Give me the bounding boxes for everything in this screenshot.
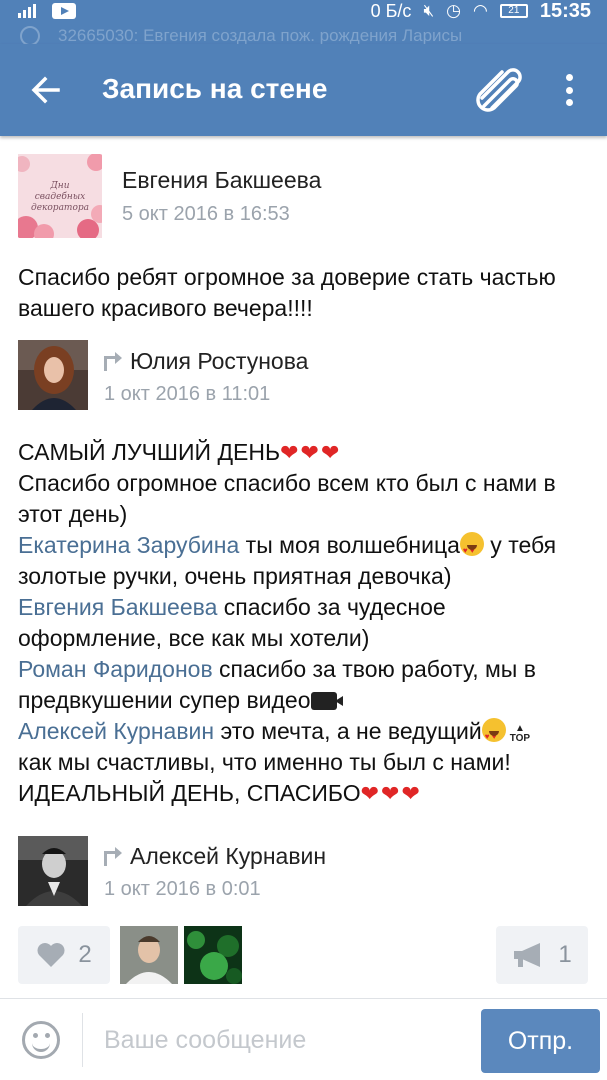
notification-strip: 32665030: Евгения создала пож. рождения … <box>0 22 607 44</box>
heart-eyes-cat-emoji <box>459 532 484 566</box>
paperclip-icon[interactable] <box>472 68 524 112</box>
repost-icon <box>104 352 122 371</box>
mute-icon: 🔇︎ <box>423 1 435 20</box>
text-line: Алексей Курнавин это мечта, а не ведущий… <box>18 716 556 752</box>
avatar[interactable] <box>18 836 88 906</box>
youtube-icon <box>52 3 76 19</box>
liker-avatar[interactable] <box>184 926 242 984</box>
like-count: 2 <box>78 941 92 968</box>
text-line: Роман Фаридонов спасибо за твою работу, … <box>18 656 536 682</box>
alarm-icon: ◷ <box>446 1 461 20</box>
svg-text:декоратора: декоратора <box>31 203 89 213</box>
svg-text:свадебных: свадебных <box>35 191 86 202</box>
post-date: 5 окт 2016 в 16:53 <box>122 203 290 225</box>
svg-text:Дни: Дни <box>49 181 69 191</box>
clock: 15:35 <box>539 0 591 22</box>
avatar[interactable] <box>18 340 88 410</box>
hearts-emoji: ❤❤❤ <box>360 781 422 806</box>
hearts-emoji: ❤❤❤ <box>280 440 342 465</box>
text-line: САМЫЙ ЛУЧШИЙ ДЕНЬ❤❤❤ <box>18 439 342 465</box>
network-speed: 0 Б/с <box>370 0 412 21</box>
text-line: ИДЕАЛЬНЫЙ ДЕНЬ, СПАСИБО❤❤❤ <box>18 780 422 806</box>
text-line: как мы счастливы, что именно ты был с на… <box>18 749 511 775</box>
text-line: оформление, все как мы хотели) <box>18 625 370 651</box>
battery-icon: 21 <box>499 4 528 18</box>
smile-icon[interactable] <box>22 1021 60 1059</box>
notification-icon <box>20 26 40 44</box>
megaphone-icon <box>514 943 541 967</box>
mention-link[interactable]: Екатерина Зарубина <box>18 532 239 558</box>
post-author[interactable]: Евгения Бакшеева <box>122 167 321 194</box>
text-line: Екатерина Зарубина ты моя волшебница у т… <box>18 530 556 566</box>
liker-avatar[interactable] <box>120 926 178 984</box>
divider <box>82 1013 83 1067</box>
heart-eyes-cat-emoji <box>481 718 506 752</box>
message-input[interactable] <box>104 1021 464 1059</box>
repost-author[interactable]: Алексей Курнавин <box>104 843 326 870</box>
repost-date: 1 окт 2016 в 11:01 <box>104 383 271 405</box>
repost-date: 1 окт 2016 в 0:01 <box>104 878 261 900</box>
like-button[interactable]: 2 <box>18 926 110 984</box>
repost-icon <box>104 847 122 866</box>
text-line: Евгения Бакшеева спасибо за чудесное <box>18 594 446 620</box>
avatar[interactable]: Дни свадебных декоратора <box>18 154 102 238</box>
text-line: этот день) <box>18 501 128 527</box>
status-bar: 0 Б/с 🔇︎ ◷ ◠ 21 15:35 <box>0 0 607 22</box>
share-button[interactable]: 1 <box>496 926 588 984</box>
top-emoji: ▲ TOP <box>509 723 531 744</box>
notification-text: 32665030: Евгения создала пож. рождения … <box>58 26 463 44</box>
wifi-icon: ◠ <box>473 1 488 20</box>
heart-icon <box>37 943 65 967</box>
movie-camera-emoji <box>310 692 343 710</box>
signal-icon <box>18 4 36 18</box>
page-title: Запись на стене <box>102 73 328 104</box>
back-arrow-icon[interactable] <box>30 74 62 106</box>
repost-author-name[interactable]: Юлия Ростунова <box>130 348 308 374</box>
text-line: предвкушении супер видео <box>18 685 556 716</box>
mention-link[interactable]: Алексей Курнавин <box>18 718 214 744</box>
message-composer: Отпр. <box>0 998 607 1080</box>
mention-link[interactable]: Евгения Бакшеева <box>18 594 217 620</box>
send-button[interactable]: Отпр. <box>481 1009 600 1073</box>
post-text: Спасибо ребят огромное за доверие стать … <box>18 264 556 321</box>
repost-author-name[interactable]: Алексей Курнавин <box>130 843 326 869</box>
text-line: золотые ручки, очень приятная девочка) <box>18 563 452 589</box>
repost-text: САМЫЙ ЛУЧШИЙ ДЕНЬ❤❤❤ Спасибо огромное сп… <box>18 437 556 809</box>
text-line: Спасибо огромное спасибо всем кто был с … <box>18 470 556 496</box>
repost-author[interactable]: Юлия Ростунова <box>104 348 308 375</box>
share-count: 1 <box>558 941 572 968</box>
mention-link[interactable]: Роман Фаридонов <box>18 656 213 682</box>
toolbar: Запись на стене <box>0 44 607 136</box>
more-menu-icon[interactable] <box>556 72 582 108</box>
